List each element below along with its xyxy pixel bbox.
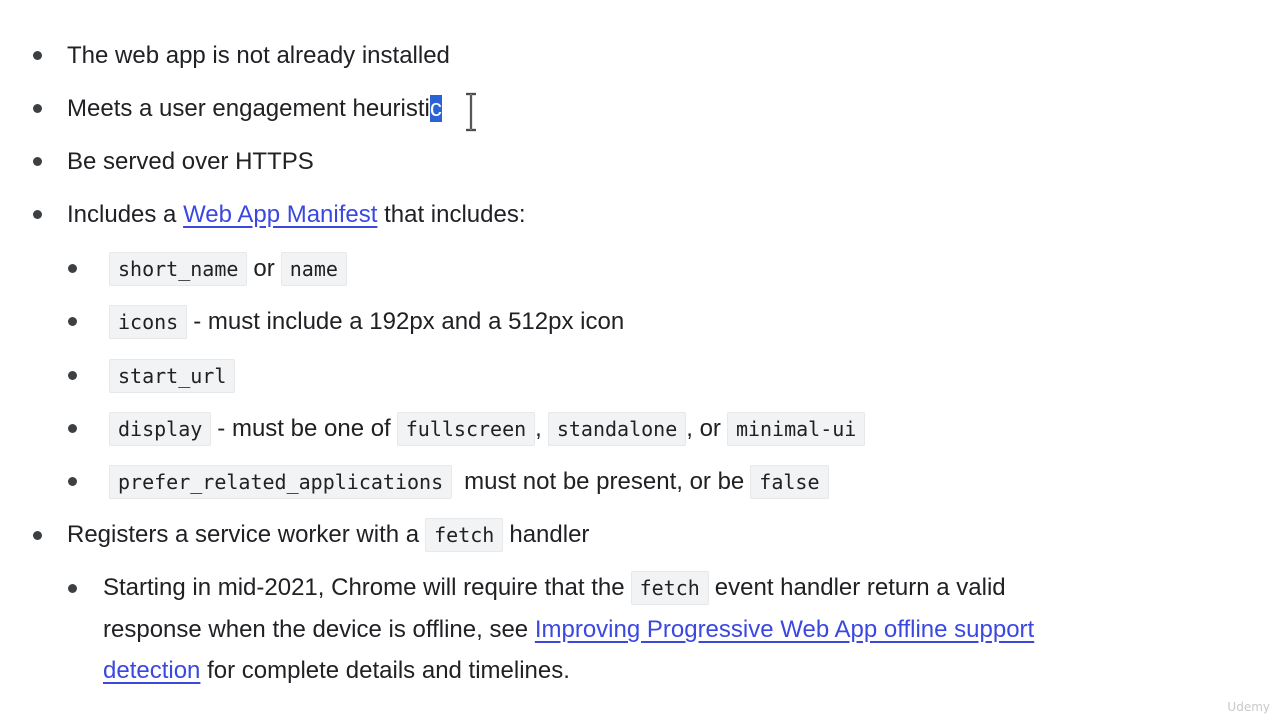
bullet-dot xyxy=(68,424,77,433)
bullet-dot xyxy=(68,584,77,593)
list-item-continuation: detection for complete details and timel… xyxy=(103,655,570,687)
bullet-dot xyxy=(33,157,42,166)
bullet-dot xyxy=(33,104,42,113)
list-item-text[interactable]: Meets a user engagement heuristi xyxy=(67,95,430,122)
bullet-dot xyxy=(68,317,77,326)
list-item: Includes a Web App Manifest that include… xyxy=(67,199,526,231)
list-item-text: for complete details and timelines. xyxy=(200,657,570,684)
list-item: Registers a service worker with a fetch ha… xyxy=(67,518,590,552)
code-false: false xyxy=(750,465,829,499)
web-app-manifest-link[interactable]: Web App Manifest xyxy=(183,201,377,228)
improving-pwa-offline-link-continued[interactable]: detection xyxy=(103,657,200,684)
list-item-text: Includes a xyxy=(67,201,184,228)
list-item: Be served over HTTPS xyxy=(67,146,314,178)
bullet-dot xyxy=(33,210,42,219)
code-icons: icons xyxy=(109,305,188,339)
list-item-text: event handler return a valid xyxy=(714,574,1006,601)
bullet-dot xyxy=(68,477,77,486)
text-selection[interactable]: c xyxy=(429,95,442,122)
list-item-text: The web app is not already installed xyxy=(67,42,450,69)
code-name: name xyxy=(280,252,347,286)
code-fetch: fetch xyxy=(425,518,504,552)
bullet-dot xyxy=(68,264,77,273)
list-item-continuation: response when the device is offline, see… xyxy=(103,614,1034,646)
list-item: short_name or name xyxy=(103,252,353,286)
text-cursor-icon xyxy=(466,92,476,132)
code-fullscreen: fullscreen xyxy=(396,412,536,446)
list-item: prefer_related_applications must not be p… xyxy=(103,465,835,499)
code-fetch: fetch xyxy=(630,571,709,605)
list-item-text: Registers a service worker with a xyxy=(67,521,420,548)
list-item: Meets a user engagement heuristic xyxy=(67,93,442,125)
code-display: display xyxy=(109,412,212,446)
list-item-text: response when the device is offline, see xyxy=(103,616,535,643)
list-item-text: must not be present, or be xyxy=(464,468,745,495)
list-item-text: that includes: xyxy=(377,201,526,228)
list-item: start_url xyxy=(103,359,241,393)
udemy-watermark: Udemy xyxy=(1227,700,1270,714)
code-start-url: start_url xyxy=(109,359,236,393)
list-item-text: handler xyxy=(509,521,590,548)
bullet-dot xyxy=(68,371,77,380)
list-item: Starting in mid-2021, Chrome will requir… xyxy=(103,571,1006,605)
list-item-text: Be served over HTTPS xyxy=(67,148,314,175)
code-standalone: standalone xyxy=(547,412,687,446)
list-item-text: Starting in mid-2021, Chrome will requir… xyxy=(103,574,625,601)
list-item-text: , or xyxy=(686,415,721,442)
list-item-text: or xyxy=(253,255,275,282)
list-item: The web app is not already installed xyxy=(67,40,450,72)
list-item-text: - must be one of xyxy=(217,415,391,442)
code-minimal-ui: minimal-ui xyxy=(726,412,866,446)
list-item-text: , xyxy=(535,415,542,442)
list-item: icons - must include a 192px and a 512px … xyxy=(103,305,625,339)
list-item-text: - must include a 192px and a 512px icon xyxy=(193,308,625,335)
bullet-dot xyxy=(33,531,42,540)
bullet-dot xyxy=(33,51,42,60)
code-short-name: short_name xyxy=(109,252,248,286)
list-item: display - must be one of fullscreen, standa… xyxy=(103,412,871,446)
improving-pwa-offline-link[interactable]: Improving Progressive Web App offline su… xyxy=(535,616,1034,643)
code-prefer-related-applications: prefer_related_applications xyxy=(109,465,453,499)
